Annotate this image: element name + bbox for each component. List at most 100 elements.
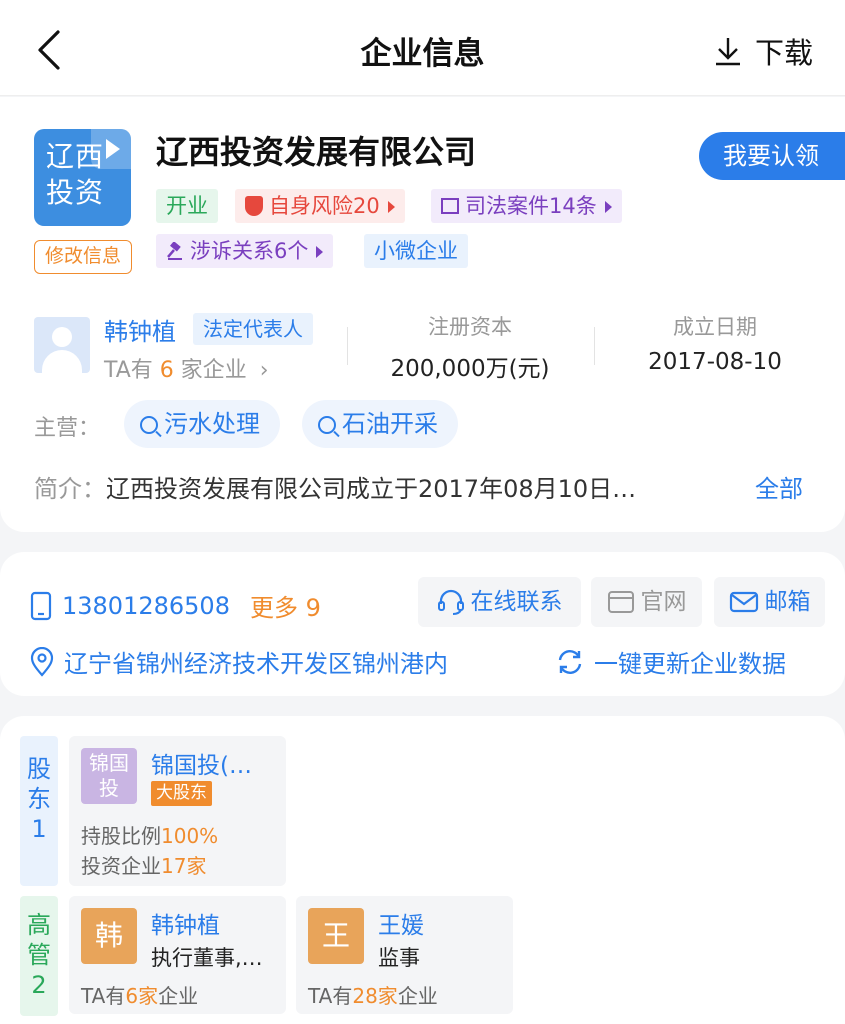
sh-logo-line2: 投 xyxy=(99,776,119,800)
side-char: 股 xyxy=(27,755,51,783)
foot-count: 28家 xyxy=(352,984,398,1008)
executives-tab[interactable]: 高 管 2 xyxy=(20,896,58,1016)
rep-sub-suffix: 家企业 xyxy=(180,358,247,383)
mail-icon xyxy=(729,591,758,613)
ratio-label: 持股比例 xyxy=(81,824,161,848)
search-icon xyxy=(140,416,158,434)
foot-suffix: 企业 xyxy=(158,984,199,1008)
established-label: 成立日期 xyxy=(673,315,757,339)
online-contact-button[interactable]: 在线联系 xyxy=(418,577,581,627)
edit-info-button[interactable]: 修改信息 xyxy=(34,240,132,274)
invest-value: 17家 xyxy=(161,854,207,878)
judicial-tag[interactable]: 司法案件14条 xyxy=(431,189,622,223)
intro-label: 简介： xyxy=(34,475,106,503)
rep-sub-count: 6 xyxy=(159,358,174,383)
foot-count: 6家 xyxy=(125,984,159,1008)
legal-rep-name[interactable]: 韩钟植 xyxy=(104,312,176,347)
business-tag-sewage[interactable]: 污水处理 xyxy=(124,400,280,448)
litigation-tag[interactable]: 涉诉关系6个 xyxy=(156,234,334,268)
foot-suffix: 企业 xyxy=(397,984,438,1008)
capital-label: 注册资本 xyxy=(428,315,512,339)
phone-more[interactable]: 更多 9 xyxy=(250,588,321,623)
top-nav-bar: 企业信息 下载 xyxy=(0,0,845,96)
sh-logo-line1: 锦国 xyxy=(89,751,129,775)
refresh-data-button[interactable]: 一键更新企业数据 xyxy=(556,644,786,679)
established-value: 2017-08-10 xyxy=(648,349,782,375)
executive-companies: TA有28家企业 xyxy=(308,980,438,1009)
intro-all-link[interactable]: 全部 xyxy=(755,469,803,504)
chevron-right-icon: › xyxy=(259,358,269,383)
ratio-value: 100% xyxy=(161,824,219,848)
intro-body: 辽西投资发展有限公司成立于2017年08月10日… xyxy=(106,475,637,503)
executive-name: 韩钟植 xyxy=(151,913,220,939)
phone-link[interactable]: 13801286508 更多 9 xyxy=(30,588,321,623)
company-logo[interactable]: 辽西 投资 xyxy=(34,129,131,226)
status-label: 开业 xyxy=(166,194,208,218)
capital-value: 200,000万(元) xyxy=(390,356,550,382)
website-button[interactable]: 官网 xyxy=(591,577,702,627)
legal-rep-companies-link[interactable]: TA有 6 家企业 › xyxy=(104,352,269,384)
major-shareholder-badge: 大股东 xyxy=(151,781,212,806)
status-badge: 开业 xyxy=(156,189,218,223)
size-tag: 小微企业 xyxy=(364,234,468,268)
company-name: 辽西投资发展有限公司 xyxy=(156,133,477,171)
legal-rep-role-badge: 法定代表人 xyxy=(193,313,313,345)
company-card: 辽西 投资 修改信息 辽西投资发展有限公司 我要认领 开业 自身风险20 司法案… xyxy=(0,97,845,532)
chevron-right-icon xyxy=(387,201,395,213)
headset-icon xyxy=(437,589,464,615)
invested-companies: 投资企业17家 xyxy=(81,850,206,879)
executive-name: 王媛 xyxy=(378,913,424,939)
side-char: 1 xyxy=(31,815,47,843)
address-text: 辽宁省锦州经济技术开发区锦州港内 xyxy=(64,650,448,678)
book-icon xyxy=(441,198,459,214)
foot-prefix: TA有 xyxy=(81,984,126,1008)
shareholder-card[interactable]: 锦国 投 锦国投(… 大股东 持股比例100% 投资企业17家 xyxy=(69,736,286,886)
side-char: 东 xyxy=(27,785,51,813)
intro-text: 简介：辽西投资发展有限公司成立于2017年08月10日… xyxy=(34,469,636,504)
risk-label: 自身风险20 xyxy=(269,194,380,218)
phone-number: 13801286508 xyxy=(62,591,230,620)
browser-icon xyxy=(607,591,634,613)
business-label: 主营： xyxy=(34,416,101,441)
logo-text-line2: 投资 xyxy=(46,176,105,209)
shareholder-name: 锦国投(… xyxy=(151,753,252,779)
executive-card[interactable]: 王 王媛 监事 TA有28家企业 xyxy=(296,896,513,1014)
contact-card: 13801286508 更多 9 在线联系 官网 邮箱 辽宁省锦州经济技术开发区… xyxy=(0,552,845,696)
business-tag-oil[interactable]: 石油开采 xyxy=(302,400,458,448)
foot-prefix: TA有 xyxy=(308,984,353,1008)
location-icon xyxy=(30,646,54,677)
gavel-icon xyxy=(167,242,182,260)
risk-tag[interactable]: 自身风险20 xyxy=(235,189,405,223)
chevron-right-icon xyxy=(316,246,324,258)
claim-button[interactable]: 我要认领 xyxy=(699,132,845,180)
invest-label: 投资企业 xyxy=(81,854,161,878)
website-label: 官网 xyxy=(640,589,687,615)
search-icon xyxy=(318,416,336,434)
side-char: 2 xyxy=(31,971,47,999)
judicial-label: 司法案件14条 xyxy=(465,194,597,218)
shield-icon xyxy=(245,196,263,216)
rep-sub-prefix: TA有 xyxy=(104,358,153,383)
size-label: 小微企业 xyxy=(374,239,458,263)
phone-icon xyxy=(30,591,52,620)
side-char: 管 xyxy=(27,941,51,969)
litigation-label: 涉诉关系6个 xyxy=(190,239,309,263)
email-button[interactable]: 邮箱 xyxy=(714,577,825,627)
avatar[interactable] xyxy=(34,317,90,373)
address-link[interactable]: 辽宁省锦州经济技术开发区锦州港内 xyxy=(30,644,448,679)
chevron-right-icon xyxy=(604,201,612,213)
side-char: 高 xyxy=(27,911,51,939)
executive-avatar: 韩 xyxy=(81,908,137,964)
business-tag-label: 石油开采 xyxy=(342,410,438,438)
refresh-label: 一键更新企业数据 xyxy=(594,650,786,678)
business-tag-label: 污水处理 xyxy=(164,410,260,438)
executive-role: 执行董事,… xyxy=(151,946,263,970)
play-icon xyxy=(91,129,131,169)
shareholders-tab[interactable]: 股 东 1 xyxy=(20,736,58,886)
download-icon xyxy=(715,38,740,66)
divider xyxy=(594,327,595,365)
executive-card[interactable]: 韩 韩钟植 执行董事,… TA有6家企业 xyxy=(69,896,286,1014)
shareholding-ratio: 持股比例100% xyxy=(81,820,218,849)
download-label: 下载 xyxy=(754,36,813,70)
download-button[interactable]: 下载 xyxy=(713,30,813,72)
